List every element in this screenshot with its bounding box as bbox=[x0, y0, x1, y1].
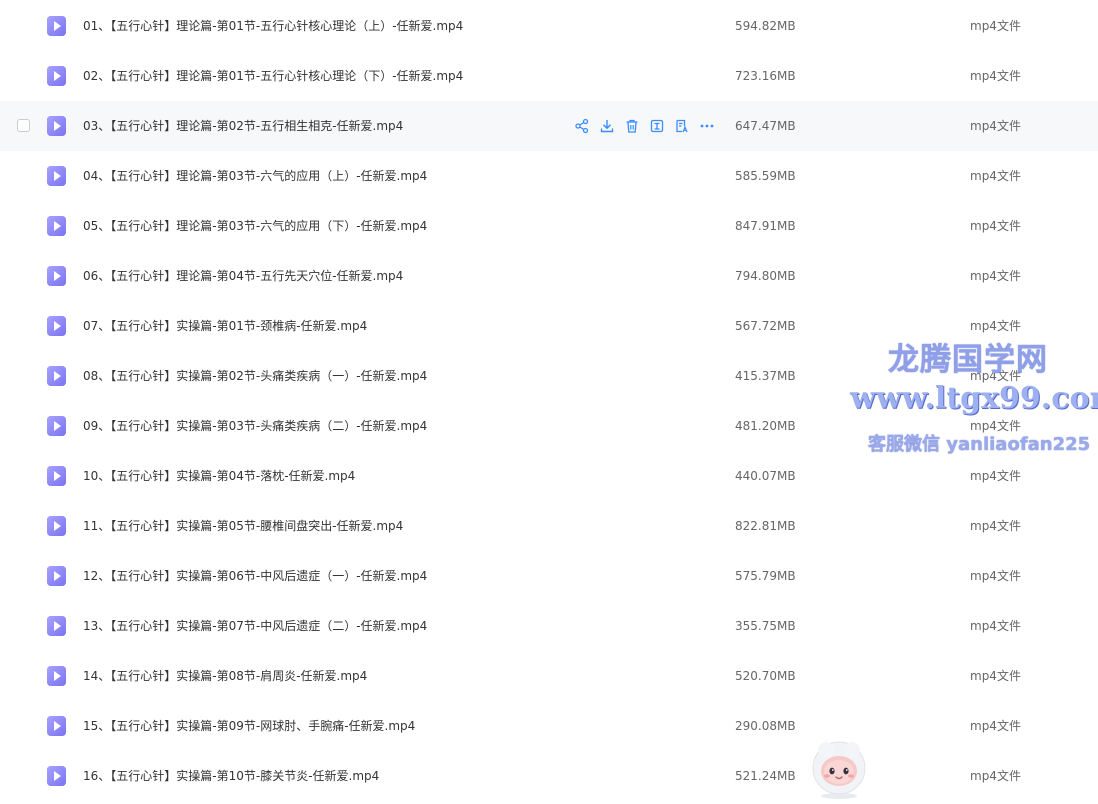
extract-icon[interactable] bbox=[649, 118, 665, 134]
file-name[interactable]: 16、【五行心针】实操篇-第10节-膝关节炎-任新爱.mp4 bbox=[83, 751, 379, 801]
delete-icon[interactable] bbox=[624, 118, 640, 134]
file-size: 520.70MB bbox=[735, 669, 796, 683]
file-size: 723.16MB bbox=[735, 69, 796, 83]
file-size: 567.72MB bbox=[735, 319, 796, 333]
file-type: mp4文件 bbox=[970, 719, 1021, 733]
video-file-icon bbox=[47, 116, 66, 136]
file-size: 585.59MB bbox=[735, 169, 796, 183]
video-file-icon bbox=[47, 566, 66, 586]
file-type: mp4文件 bbox=[970, 619, 1021, 633]
video-file-icon bbox=[47, 616, 66, 636]
row-checkbox[interactable] bbox=[17, 119, 30, 132]
file-type: mp4文件 bbox=[970, 219, 1021, 233]
transcript-icon[interactable] bbox=[674, 118, 690, 134]
file-size: 575.79MB bbox=[735, 569, 796, 583]
file-row[interactable]: 08、【五行心针】实操篇-第02节-头痛类疾病（一）-任新爱.mp4 415.3… bbox=[0, 351, 1098, 401]
share-icon[interactable] bbox=[574, 118, 590, 134]
more-icon[interactable] bbox=[699, 118, 715, 134]
file-name[interactable]: 11、【五行心针】实操篇-第05节-腰椎间盘突出-任新爱.mp4 bbox=[83, 501, 403, 551]
video-file-icon bbox=[47, 516, 66, 536]
video-file-icon bbox=[47, 216, 66, 236]
file-size: 521.24MB bbox=[735, 769, 796, 783]
file-row[interactable]: 01、【五行心针】理论篇-第01节-五行心针核心理论（上）-任新爱.mp4 59… bbox=[0, 1, 1098, 51]
file-row[interactable]: 02、【五行心针】理论篇-第01节-五行心针核心理论（下）-任新爱.mp4 72… bbox=[0, 51, 1098, 101]
file-name[interactable]: 03、【五行心针】理论篇-第02节-五行相生相克-任新爱.mp4 bbox=[83, 101, 403, 151]
video-file-icon bbox=[47, 266, 66, 286]
file-row[interactable]: 14、【五行心针】实操篇-第08节-肩周炎-任新爱.mp4 520.70MB m… bbox=[0, 651, 1098, 701]
file-type: mp4文件 bbox=[970, 169, 1021, 183]
video-file-icon bbox=[47, 766, 66, 786]
file-row[interactable]: 10、【五行心针】实操篇-第04节-落枕-任新爱.mp4 440.07MB mp… bbox=[0, 451, 1098, 501]
file-name[interactable]: 07、【五行心针】实操篇-第01节-颈椎病-任新爱.mp4 bbox=[83, 301, 367, 351]
file-row[interactable]: 11、【五行心针】实操篇-第05节-腰椎间盘突出-任新爱.mp4 822.81M… bbox=[0, 501, 1098, 551]
file-row[interactable]: 06、【五行心针】理论篇-第04节-五行先天穴位-任新爱.mp4 794.80M… bbox=[0, 251, 1098, 301]
file-row[interactable]: 04、【五行心针】理论篇-第03节-六气的应用（上）-任新爱.mp4 585.5… bbox=[0, 151, 1098, 201]
video-file-icon bbox=[47, 366, 66, 386]
file-name[interactable]: 06、【五行心针】理论篇-第04节-五行先天穴位-任新爱.mp4 bbox=[83, 251, 403, 301]
file-type: mp4文件 bbox=[970, 469, 1021, 483]
file-name[interactable]: 01、【五行心针】理论篇-第01节-五行心针核心理论（上）-任新爱.mp4 bbox=[83, 1, 463, 51]
file-size: 794.80MB bbox=[735, 269, 796, 283]
file-row[interactable]: 12、【五行心针】实操篇-第06节-中风后遗症（一）-任新爱.mp4 575.7… bbox=[0, 551, 1098, 601]
file-name[interactable]: 02、【五行心针】理论篇-第01节-五行心针核心理论（下）-任新爱.mp4 bbox=[83, 51, 463, 101]
row-actions bbox=[574, 118, 715, 134]
file-size: 355.75MB bbox=[735, 619, 796, 633]
file-name[interactable]: 08、【五行心针】实操篇-第02节-头痛类疾病（一）-任新爱.mp4 bbox=[83, 351, 427, 401]
file-name[interactable]: 12、【五行心针】实操篇-第06节-中风后遗症（一）-任新爱.mp4 bbox=[83, 551, 427, 601]
file-size: 415.37MB bbox=[735, 369, 796, 383]
file-size: 822.81MB bbox=[735, 519, 796, 533]
file-name[interactable]: 14、【五行心针】实操篇-第08节-肩周炎-任新爱.mp4 bbox=[83, 651, 367, 701]
assistant-mascot-icon[interactable] bbox=[806, 738, 872, 800]
file-row[interactable]: 09、【五行心针】实操篇-第03节-头痛类疾病（二）-任新爱.mp4 481.2… bbox=[0, 401, 1098, 451]
file-name[interactable]: 13、【五行心针】实操篇-第07节-中风后遗症（二）-任新爱.mp4 bbox=[83, 601, 427, 651]
file-row[interactable]: 13、【五行心针】实操篇-第07节-中风后遗症（二）-任新爱.mp4 355.7… bbox=[0, 601, 1098, 651]
file-row[interactable]: 16、【五行心针】实操篇-第10节-膝关节炎-任新爱.mp4 521.24MB … bbox=[0, 751, 1098, 801]
file-size: 481.20MB bbox=[735, 419, 796, 433]
file-size: 847.91MB bbox=[735, 219, 796, 233]
file-type: mp4文件 bbox=[970, 519, 1021, 533]
file-row-hovered[interactable]: 03、【五行心针】理论篇-第02节-五行相生相克-任新爱.mp4 647.47M… bbox=[0, 101, 1098, 151]
video-file-icon bbox=[47, 666, 66, 686]
file-type: mp4文件 bbox=[970, 669, 1021, 683]
file-name[interactable]: 10、【五行心针】实操篇-第04节-落枕-任新爱.mp4 bbox=[83, 451, 355, 501]
file-name[interactable]: 04、【五行心针】理论篇-第03节-六气的应用（上）-任新爱.mp4 bbox=[83, 151, 427, 201]
file-type: mp4文件 bbox=[970, 769, 1021, 783]
file-type: mp4文件 bbox=[970, 19, 1021, 33]
file-row[interactable]: 05、【五行心针】理论篇-第03节-六气的应用（下）-任新爱.mp4 847.9… bbox=[0, 201, 1098, 251]
file-size: 647.47MB bbox=[735, 119, 796, 133]
download-icon[interactable] bbox=[599, 118, 615, 134]
file-type: mp4文件 bbox=[970, 319, 1021, 333]
video-file-icon bbox=[47, 16, 66, 36]
file-name[interactable]: 09、【五行心针】实操篇-第03节-头痛类疾病（二）-任新爱.mp4 bbox=[83, 401, 427, 451]
file-type: mp4文件 bbox=[970, 119, 1021, 133]
file-size: 594.82MB bbox=[735, 19, 796, 33]
video-file-icon bbox=[47, 316, 66, 336]
file-type: mp4文件 bbox=[970, 419, 1021, 433]
video-file-icon bbox=[47, 66, 66, 86]
video-file-icon bbox=[47, 166, 66, 186]
video-file-icon bbox=[47, 466, 66, 486]
file-name[interactable]: 15、【五行心针】实操篇-第09节-网球肘、手腕痛-任新爱.mp4 bbox=[83, 701, 415, 751]
file-name[interactable]: 05、【五行心针】理论篇-第03节-六气的应用（下）-任新爱.mp4 bbox=[83, 201, 427, 251]
file-row[interactable]: 15、【五行心针】实操篇-第09节-网球肘、手腕痛-任新爱.mp4 290.08… bbox=[0, 701, 1098, 751]
file-type: mp4文件 bbox=[970, 369, 1021, 383]
file-type: mp4文件 bbox=[970, 569, 1021, 583]
file-type: mp4文件 bbox=[970, 269, 1021, 283]
file-row[interactable]: 07、【五行心针】实操篇-第01节-颈椎病-任新爱.mp4 567.72MB m… bbox=[0, 301, 1098, 351]
file-size: 440.07MB bbox=[735, 469, 796, 483]
file-type: mp4文件 bbox=[970, 69, 1021, 83]
file-size: 290.08MB bbox=[735, 719, 796, 733]
video-file-icon bbox=[47, 716, 66, 736]
video-file-icon bbox=[47, 416, 66, 436]
